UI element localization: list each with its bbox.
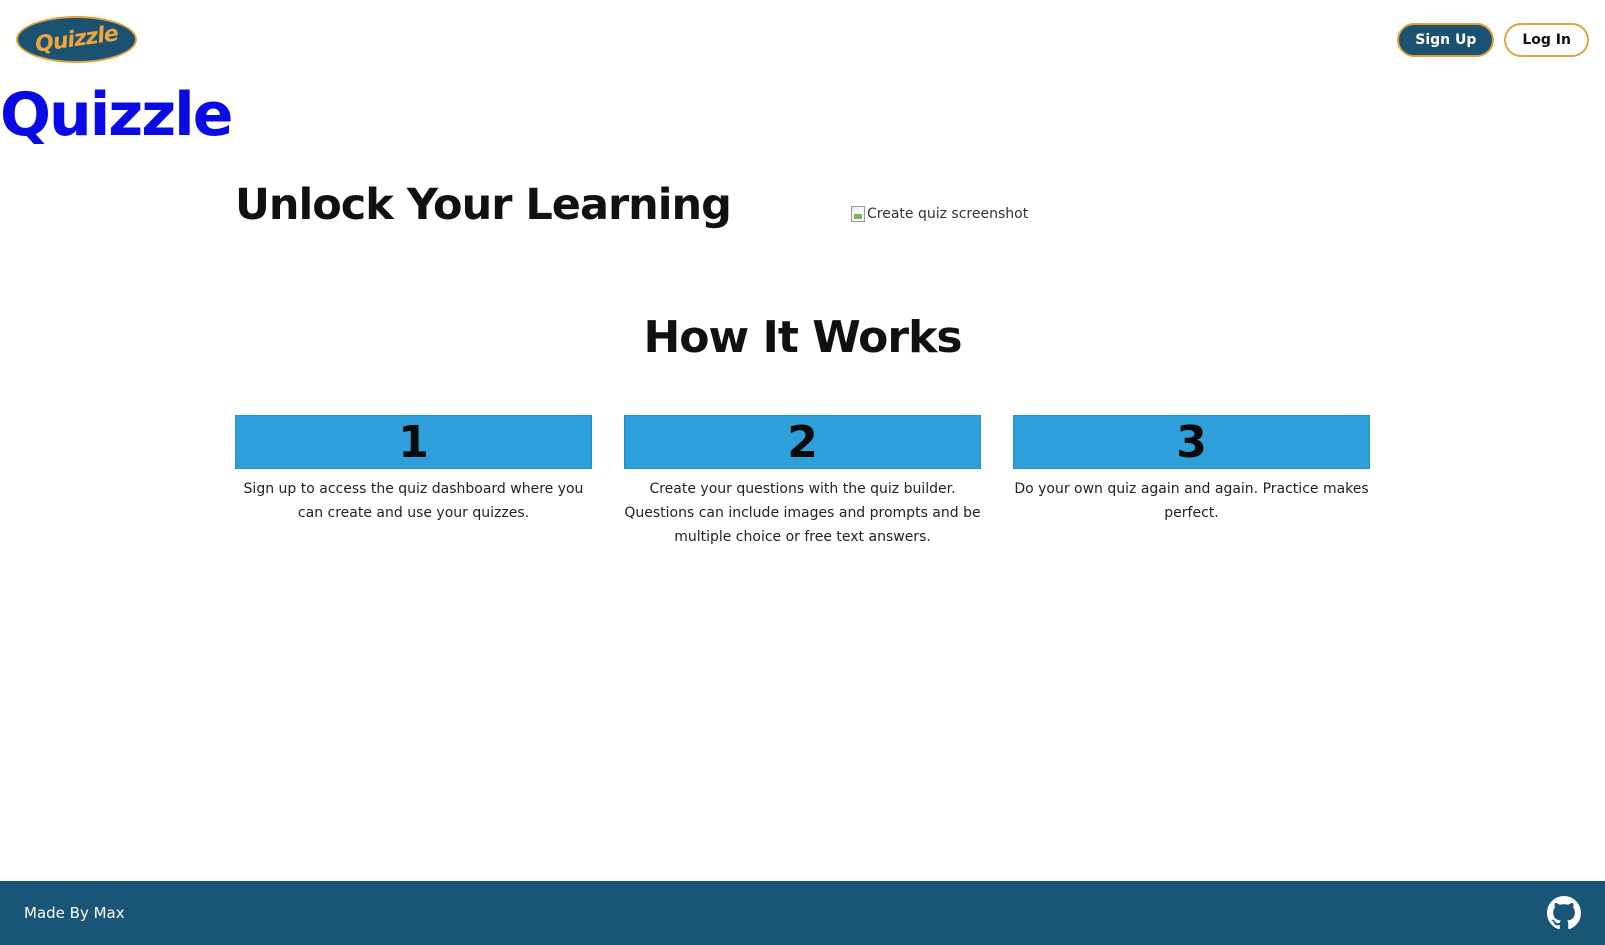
logo-text: Quizzle [33,21,120,58]
create-quiz-screenshot-image: Create quiz screenshot [851,206,1028,222]
github-icon[interactable] [1547,896,1581,930]
step-description: Do your own quiz again and again. Practi… [1014,481,1369,521]
footer-credit: Made By Max [24,904,125,922]
step-card: 3 Do your own quiz again and again. Prac… [1013,415,1370,549]
image-alt-text: Create quiz screenshot [867,206,1029,222]
hero-heading: Unlock Your Learning [235,180,732,230]
broken-image-icon [851,206,865,222]
quizzle-logo[interactable]: Quizzle [16,16,137,63]
step-card: 2 Create your questions with the quiz bu… [624,415,981,549]
step-description: Sign up to access the quiz dashboard whe… [243,481,584,521]
landing-page: Quizzle Sign Up Log In Quizzle Unlock Yo… [0,0,1605,945]
steps-list: 1 Sign up to access the quiz dashboard w… [235,415,1370,549]
step-number: 1 [235,415,592,469]
footer: Made By Max [0,881,1605,945]
step-number: 3 [1013,415,1370,469]
step-card: 1 Sign up to access the quiz dashboard w… [235,415,592,549]
auth-buttons: Sign Up Log In [1397,23,1589,57]
how-it-works-heading: How It Works [643,312,962,363]
site-title: Quizzle [0,80,233,150]
step-number: 2 [624,415,981,469]
sign-up-button[interactable]: Sign Up [1397,23,1495,57]
log-in-button[interactable]: Log In [1504,23,1589,57]
step-description: Create your questions with the quiz buil… [624,481,981,545]
